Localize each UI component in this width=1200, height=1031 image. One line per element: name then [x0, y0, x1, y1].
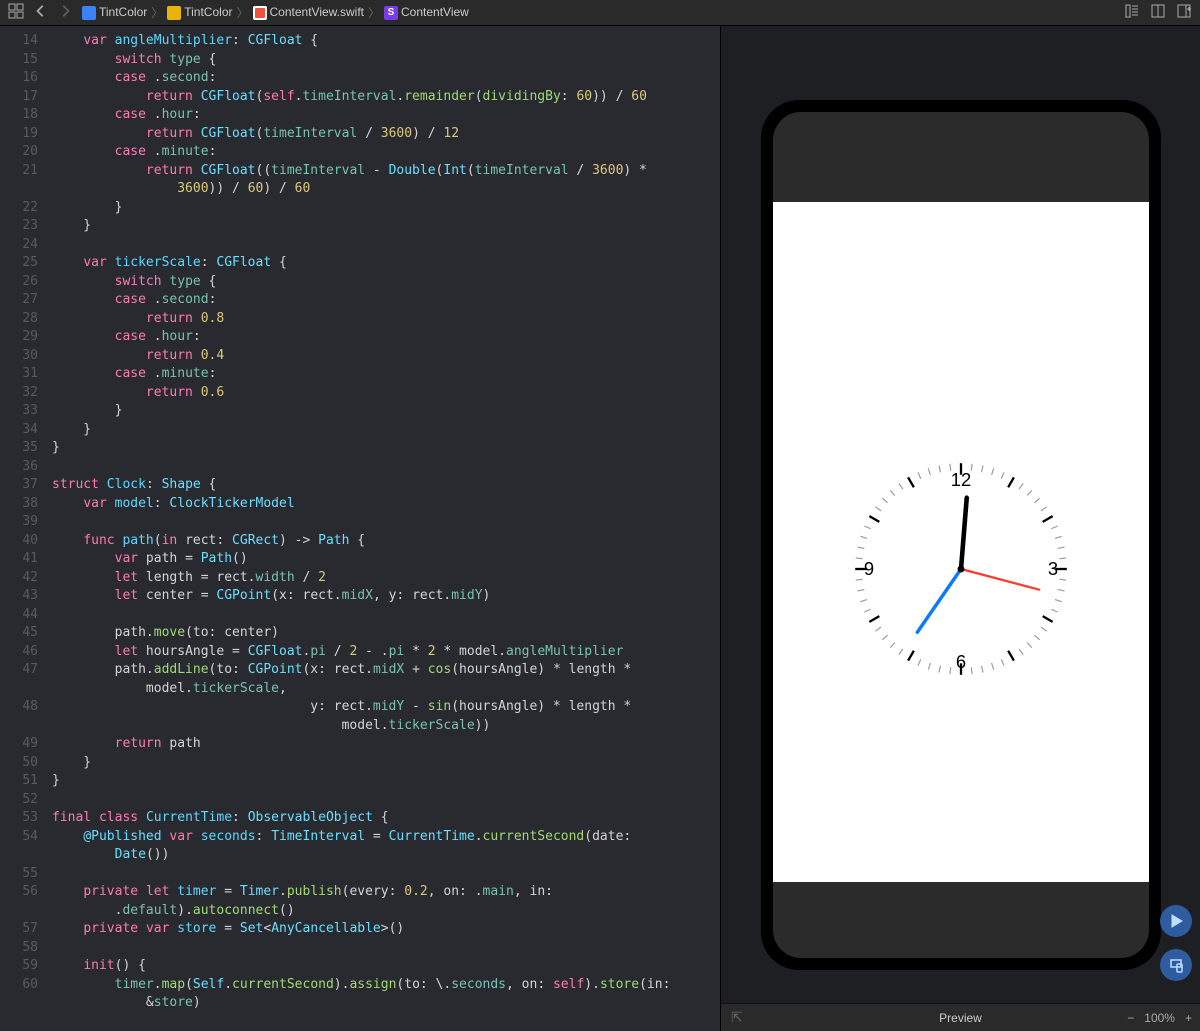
minimap-icon[interactable]	[1124, 3, 1140, 22]
preview-on-device-button[interactable]	[1160, 949, 1192, 981]
live-preview-button[interactable]	[1160, 905, 1192, 937]
code-editor[interactable]: 1415161718192021 22232425262728293031323…	[0, 26, 720, 1031]
clock-3: 3	[1047, 557, 1057, 578]
clock-6: 6	[955, 651, 965, 672]
preview-footer: ⇱ Preview − 100% +	[721, 1003, 1200, 1031]
hour-hand	[961, 497, 967, 568]
nav-back-button[interactable]	[34, 4, 48, 21]
swift-icon	[253, 6, 267, 20]
adjust-editor-icon[interactable]	[1150, 3, 1166, 22]
breadcrumb: TintColor〉TintColor〉ContentView.swift〉SC…	[82, 4, 469, 21]
breadcrumb-label: TintColor	[184, 5, 232, 19]
breadcrumb-label: ContentView.swift	[270, 5, 365, 19]
pin-icon[interactable]: ⇱	[731, 1009, 743, 1026]
clock-9: 9	[863, 557, 873, 578]
breadcrumb-label: ContentView	[401, 5, 469, 19]
breadcrumb-item[interactable]: ContentView.swift	[253, 5, 365, 20]
blue-icon	[82, 6, 96, 20]
zoom-in-button[interactable]: +	[1185, 1011, 1192, 1025]
main-split: 1415161718192021 22232425262728293031323…	[0, 26, 1200, 1031]
preview-canvas[interactable]: 12 3 6 9	[721, 26, 1200, 1003]
device-screen: 12 3 6 9	[773, 202, 1149, 882]
breadcrumb-item[interactable]: TintColor	[82, 5, 147, 20]
toolbar: TintColor〉TintColor〉ContentView.swift〉SC…	[0, 0, 1200, 26]
clock-12: 12	[950, 469, 970, 490]
add-editor-icon[interactable]	[1176, 3, 1192, 22]
zoom-level: 100%	[1144, 1011, 1175, 1025]
s-icon: S	[384, 6, 398, 20]
breadcrumb-item[interactable]: SContentView	[384, 5, 469, 20]
nav-forward-button[interactable]	[58, 4, 72, 21]
zoom-out-button[interactable]: −	[1127, 1011, 1134, 1025]
minute-hand	[917, 569, 961, 632]
breadcrumb-label: TintColor	[99, 5, 147, 19]
line-gutter: 1415161718192021 22232425262728293031323…	[0, 26, 48, 1031]
yellow-icon	[167, 6, 181, 20]
preview-label: Preview	[939, 1011, 982, 1025]
preview-pane: 12 3 6 9	[720, 26, 1200, 1031]
device-frame: 12 3 6 9	[761, 100, 1161, 970]
breadcrumb-item[interactable]: TintColor	[167, 5, 232, 20]
clock-preview: 12 3 6 9	[846, 454, 1076, 684]
second-hand	[961, 569, 1039, 590]
code-content[interactable]: var angleMultiplier: CGFloat { switch ty…	[48, 26, 720, 1031]
app-menu-icon[interactable]	[8, 3, 24, 22]
